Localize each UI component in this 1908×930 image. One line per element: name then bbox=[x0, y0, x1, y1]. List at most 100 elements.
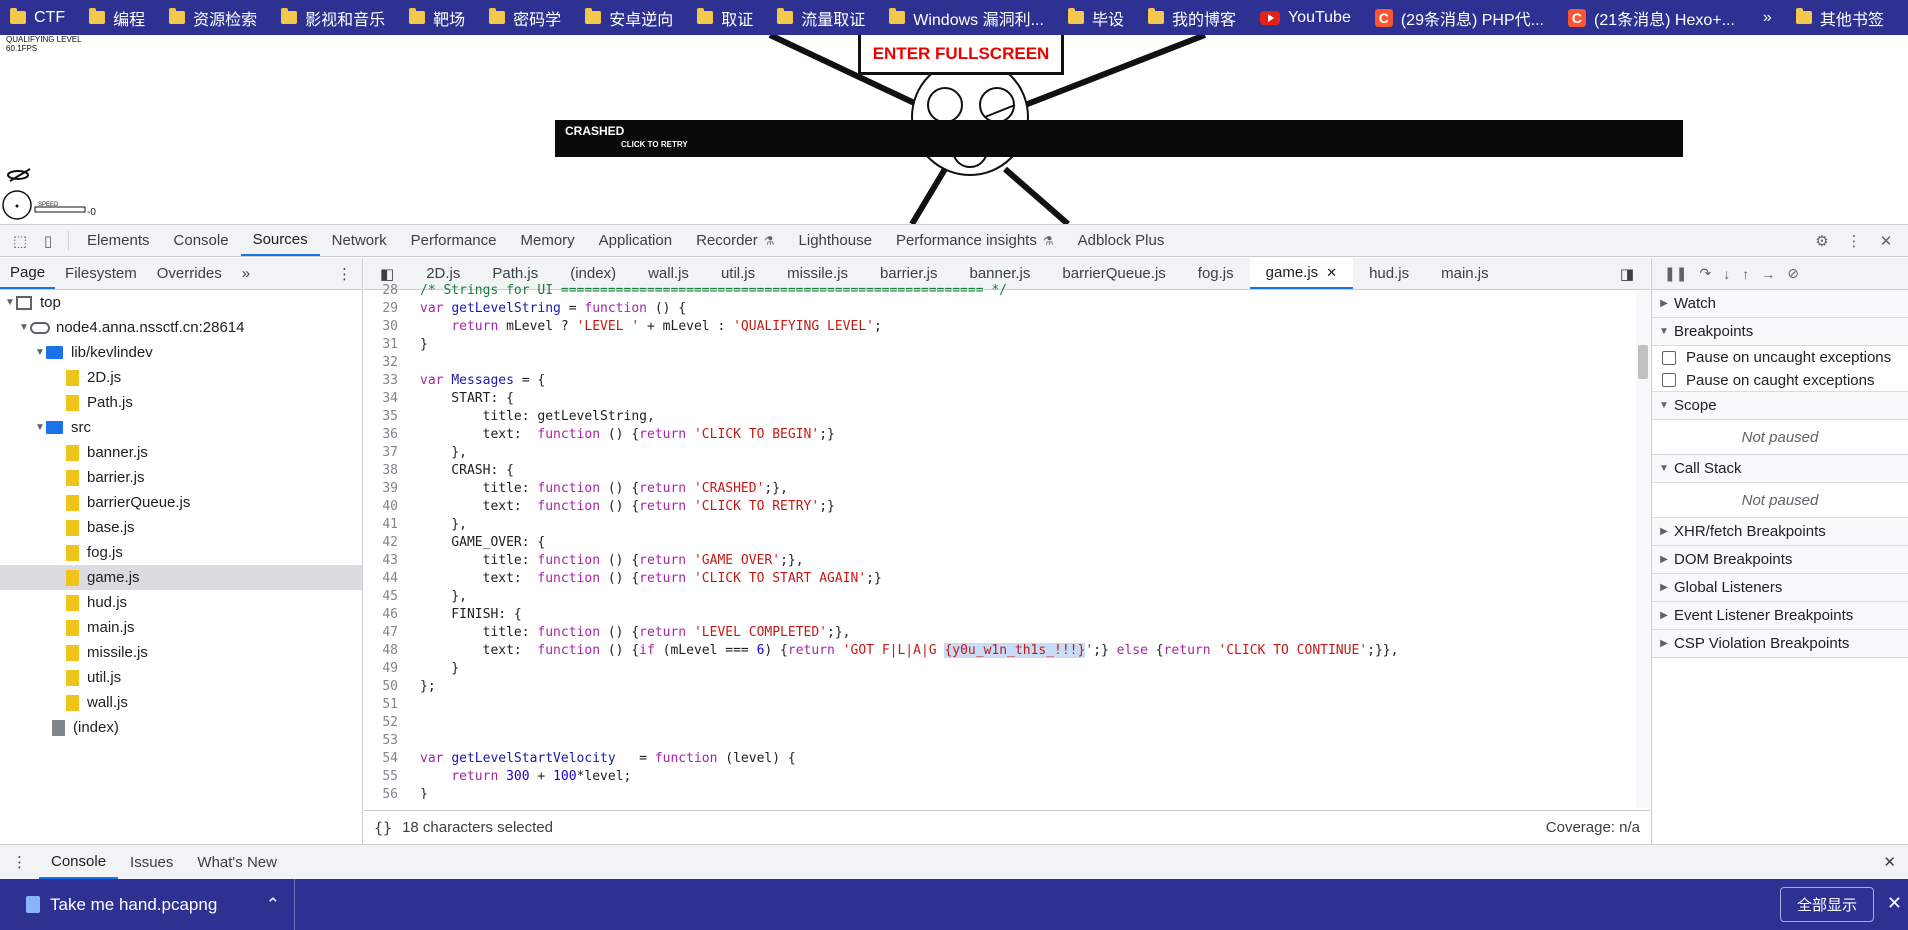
other-bookmarks[interactable]: 其他书签 bbox=[1786, 0, 1898, 35]
pretty-print-icon[interactable]: {} bbox=[364, 819, 402, 837]
tree-file[interactable]: main.js bbox=[0, 615, 362, 640]
breakpoints-pane-header[interactable]: ▼ Breakpoints bbox=[1652, 318, 1908, 346]
document-file-icon bbox=[52, 719, 65, 736]
navigator-tab-page[interactable]: Page bbox=[0, 258, 56, 289]
close-download-bar-icon[interactable]: ✕ bbox=[1887, 893, 1902, 914]
close-tab-icon[interactable]: ✕ bbox=[1326, 265, 1337, 281]
bookmark-item[interactable]: 取证 bbox=[687, 0, 767, 35]
bookmark-item[interactable]: 流量取证 bbox=[767, 0, 879, 35]
bookmark-item[interactable]: Windows 漏洞利... bbox=[879, 0, 1058, 35]
step-into-icon[interactable]: ↓ bbox=[1723, 266, 1730, 282]
tree-file[interactable]: wall.js bbox=[0, 690, 362, 715]
editor-scrollbar[interactable] bbox=[1636, 291, 1650, 808]
bookmark-item[interactable]: 资源检索 bbox=[159, 0, 271, 35]
step-over-icon[interactable]: ↷ bbox=[1699, 265, 1711, 282]
enter-fullscreen-button[interactable]: ENTER FULLSCREEN bbox=[858, 35, 1064, 75]
tree-host[interactable]: ▼ node4.anna.nssctf.cn:28614 bbox=[0, 315, 362, 340]
bookmark-item[interactable]: 密码学 bbox=[479, 0, 575, 35]
tree-folder-lib[interactable]: ▼ lib/kevlindev bbox=[0, 340, 362, 365]
bookmark-item[interactable]: 我的博客 bbox=[1138, 0, 1250, 35]
bookmark-item[interactable]: CTF bbox=[0, 0, 79, 35]
bookmark-item[interactable]: YouTube bbox=[1250, 0, 1365, 35]
more-tabs-chevron-icon[interactable]: » bbox=[232, 258, 260, 289]
tree-file-index[interactable]: (index) bbox=[0, 715, 362, 740]
show-all-downloads-button[interactable]: 全部显示 bbox=[1779, 887, 1874, 922]
dom-breakpoints-header[interactable]: ▶ DOM Breakpoints bbox=[1652, 546, 1908, 574]
tree-file[interactable]: base.js bbox=[0, 515, 362, 540]
csp-violation-breakpoints-header[interactable]: ▶ CSP Violation Breakpoints bbox=[1652, 630, 1908, 658]
xhr-breakpoints-header[interactable]: ▶ XHR/fetch Breakpoints bbox=[1652, 518, 1908, 546]
crash-banner[interactable]: CRASHED CLICK TO RETRY bbox=[555, 120, 1683, 157]
step-out-icon[interactable]: ↑ bbox=[1742, 266, 1749, 282]
drawer-menu-icon[interactable]: ⋮ bbox=[0, 845, 39, 879]
code-view[interactable]: 28 /* Strings for UI ====================… bbox=[364, 282, 1636, 799]
tab-lighthouse[interactable]: Lighthouse bbox=[787, 225, 884, 256]
watch-pane-header[interactable]: ▶ Watch bbox=[1652, 290, 1908, 318]
drawer-tab-issues[interactable]: Issues bbox=[118, 845, 185, 879]
pause-uncaught-option[interactable]: Pause on uncaught exceptions bbox=[1652, 346, 1908, 369]
tree-file[interactable]: barrierQueue.js bbox=[0, 490, 362, 515]
deactivate-breakpoints-icon[interactable]: ⊘ bbox=[1787, 265, 1799, 282]
tree-file[interactable]: hud.js bbox=[0, 590, 362, 615]
tab-memory[interactable]: Memory bbox=[509, 225, 587, 256]
tree-file[interactable]: util.js bbox=[0, 665, 362, 690]
tree-file[interactable]: missile.js bbox=[0, 640, 362, 665]
navigator-menu-icon[interactable]: ⋮ bbox=[327, 258, 362, 289]
tree-file[interactable]: Path.js bbox=[0, 390, 362, 415]
tab-recorder[interactable]: Recorder ⚗ bbox=[684, 225, 786, 256]
bookmark-item[interactable]: C (21条消息) Hexo+... bbox=[1558, 0, 1749, 35]
drawer-tab-what-s-new[interactable]: What's New bbox=[185, 845, 289, 879]
bookmark-item[interactable]: 影视和音乐 bbox=[271, 0, 399, 35]
tab-elements[interactable]: Elements bbox=[75, 225, 162, 256]
device-toolbar-icon[interactable]: ▯ bbox=[34, 225, 62, 256]
bookmark-item[interactable]: C (29条消息) PHP代... bbox=[1365, 0, 1558, 35]
event-listener-breakpoints-header[interactable]: ▶ Event Listener Breakpoints bbox=[1652, 602, 1908, 630]
call-stack-pane-header[interactable]: ▼ Call Stack bbox=[1652, 455, 1908, 483]
download-item[interactable]: Take me hand.pcapng ⌃ bbox=[0, 879, 295, 930]
scrollbar-thumb[interactable] bbox=[1638, 345, 1648, 379]
bookmarks-overflow-chevron-icon[interactable]: » bbox=[1749, 9, 1786, 27]
pause-caught-option[interactable]: Pause on caught exceptions bbox=[1652, 369, 1908, 392]
tab-performance[interactable]: Performance bbox=[399, 225, 509, 256]
tree-file[interactable]: 2D.js bbox=[0, 365, 362, 390]
tab-sources[interactable]: Sources bbox=[240, 225, 320, 256]
tree-file[interactable]: barrier.js bbox=[0, 465, 362, 490]
tab-performance-insights[interactable]: Performance insights ⚗ bbox=[884, 225, 1066, 256]
tab-label: Console bbox=[173, 232, 229, 249]
settings-gear-icon[interactable]: ⚙ bbox=[1808, 232, 1836, 250]
drawer-tab-console[interactable]: Console bbox=[39, 845, 119, 879]
bookmark-item[interactable]: 安卓逆向 bbox=[575, 0, 687, 35]
tab-adblock-plus[interactable]: Adblock Plus bbox=[1066, 225, 1177, 256]
line-number: 44 bbox=[382, 571, 398, 586]
tree-file-label: base.js bbox=[87, 519, 135, 536]
tree-top[interactable]: ▼ top bbox=[0, 290, 362, 315]
code-line: 33 var Messages = { bbox=[364, 372, 1636, 390]
game-canvas[interactable]: QUALIFYING LEVEL 60.1FPS ENTER FULLSCREE… bbox=[0, 35, 1908, 224]
expanded-triangle-icon: ▼ bbox=[1659, 463, 1669, 474]
tab-application[interactable]: Application bbox=[587, 225, 684, 256]
global-listeners-header[interactable]: ▶ Global Listeners bbox=[1652, 574, 1908, 602]
close-drawer-icon[interactable]: ✕ bbox=[1871, 845, 1908, 879]
bookmark-item[interactable]: 编程 bbox=[79, 0, 159, 35]
close-devtools-icon[interactable]: ✕ bbox=[1872, 232, 1900, 250]
pause-icon[interactable]: ❚❚ bbox=[1664, 265, 1687, 282]
pause-caught-checkbox[interactable] bbox=[1662, 373, 1676, 387]
expanded-triangle-icon: ▼ bbox=[19, 322, 29, 333]
tree-file[interactable]: fog.js bbox=[0, 540, 362, 565]
pause-uncaught-checkbox[interactable] bbox=[1662, 350, 1676, 365]
inspect-element-icon[interactable]: ⬚ bbox=[6, 225, 34, 256]
bookmark-item[interactable]: 毕设 bbox=[1058, 0, 1138, 35]
chevron-up-icon[interactable]: ⌃ bbox=[266, 895, 280, 915]
tree-file[interactable]: banner.js bbox=[0, 440, 362, 465]
tree-file[interactable]: game.js bbox=[0, 565, 362, 590]
step-icon[interactable]: → bbox=[1761, 266, 1775, 282]
tab-console[interactable]: Console bbox=[162, 225, 241, 256]
scope-pane-header[interactable]: ▼ Scope bbox=[1652, 392, 1908, 420]
line-number: 39 bbox=[382, 481, 398, 496]
bookmark-item[interactable]: 靶场 bbox=[399, 0, 479, 35]
kebab-menu-icon[interactable]: ⋮ bbox=[1840, 232, 1868, 250]
navigator-tab-overrides[interactable]: Overrides bbox=[147, 258, 232, 289]
navigator-tab-filesystem[interactable]: Filesystem bbox=[55, 258, 147, 289]
tree-folder-src[interactable]: ▼ src bbox=[0, 415, 362, 440]
tab-network[interactable]: Network bbox=[320, 225, 399, 256]
